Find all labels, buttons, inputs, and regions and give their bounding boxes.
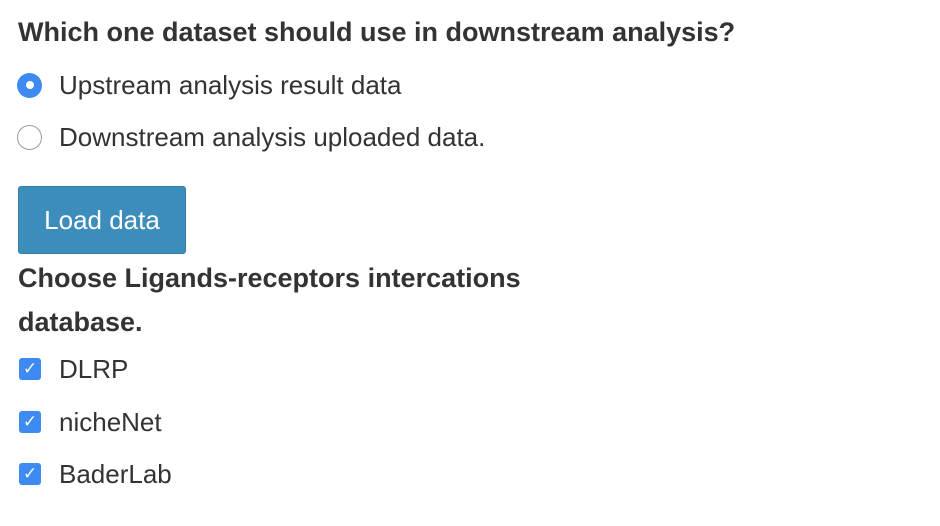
analysis-settings-panel: Which one dataset should use in downstre…	[0, 0, 940, 526]
radio-option-upstream[interactable]: Upstream analysis result data	[17, 68, 401, 102]
dataset-question-title: Which one dataset should use in downstre…	[18, 17, 736, 47]
checkbox-option-label: BaderLab	[59, 458, 172, 489]
load-data-button[interactable]: Load data	[18, 186, 186, 254]
checkbox-option-label: DLRP	[59, 353, 129, 384]
checkbox-option-baderlab[interactable]: ✓ BaderLab	[19, 457, 172, 491]
radio-option-downstream[interactable]: Downstream analysis uploaded data.	[17, 120, 485, 154]
checkbox-checked-icon[interactable]: ✓	[19, 358, 41, 380]
radio-selected-icon[interactable]	[17, 72, 42, 98]
radio-option-label: Downstream analysis uploaded data.	[59, 121, 486, 152]
checkbox-checked-icon[interactable]: ✓	[19, 411, 41, 433]
checkbox-option-nichenet[interactable]: ✓ nicheNet	[19, 405, 162, 439]
checkbox-option-label: nicheNet	[59, 406, 162, 437]
radio-unselected-icon[interactable]	[17, 124, 42, 150]
checkbox-checked-icon[interactable]: ✓	[19, 463, 41, 485]
lr-database-title: Choose Ligands-receptors intercations da…	[18, 263, 521, 337]
checkbox-option-dlrp[interactable]: ✓ DLRP	[19, 352, 128, 386]
radio-option-label: Upstream analysis result data	[59, 69, 402, 100]
